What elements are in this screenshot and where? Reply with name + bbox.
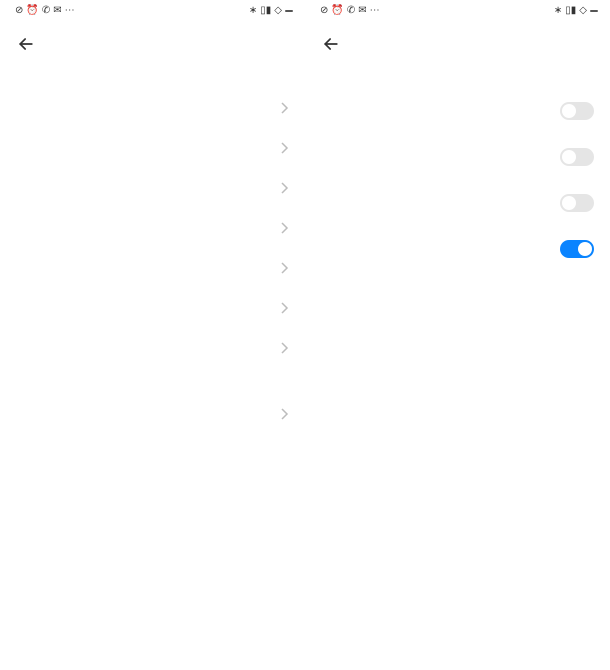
signal-icon: ▯▮ — [565, 6, 576, 16]
chevron-right-icon — [281, 222, 289, 234]
arrow-left-icon — [16, 34, 36, 54]
status-bar: ⊘ ⏰ ✆ ✉ ⋯ ∗ ▯▮ ◇ — [305, 0, 610, 22]
chevron-right-icon — [281, 182, 289, 194]
chevron-right-icon — [281, 302, 289, 314]
dnd-icon: ⊘ — [15, 6, 23, 16]
whatsapp-icon: ✆ — [347, 6, 355, 16]
toggle-knob — [562, 104, 576, 118]
row-lampeggia[interactable] — [321, 226, 594, 272]
back-button[interactable] — [16, 30, 44, 58]
page-title — [305, 58, 610, 88]
toggle-silenzia[interactable] — [560, 148, 594, 166]
row-volume-ascendente[interactable] — [321, 180, 594, 226]
toggle-capovolgi[interactable] — [560, 102, 594, 120]
status-bar: ⊘ ⏰ ✆ ✉ ⋯ ∗ ▯▮ ◇ — [0, 0, 305, 22]
topbar — [305, 22, 610, 58]
more-notifications-icon: ⋯ — [65, 6, 75, 16]
row-risposta-automatica[interactable] — [16, 288, 289, 328]
settings-list — [305, 88, 610, 670]
row-capovolgi[interactable] — [321, 88, 594, 134]
wifi-icon: ◇ — [579, 6, 587, 16]
wifi-icon: ◇ — [274, 6, 282, 16]
alarm-icon: ⏰ — [331, 6, 343, 16]
topbar — [0, 22, 305, 58]
settings-list — [0, 88, 305, 670]
whatsapp-icon: ✆ — [42, 6, 50, 16]
page-title — [0, 58, 305, 88]
section-spacer — [16, 368, 289, 394]
chevron-right-icon — [281, 262, 289, 274]
row-account-chiamate[interactable] — [16, 88, 289, 128]
status-left: ⊘ ⏰ ✆ ✉ ⋯ — [12, 6, 75, 16]
row-schede-sim[interactable] — [16, 128, 289, 168]
status-left: ⊘ ⏰ ✆ ✉ ⋯ — [317, 6, 380, 16]
row-chiamate-arrivo[interactable] — [16, 248, 289, 288]
dnd-icon: ⊘ — [320, 6, 328, 16]
battery-icon — [285, 10, 293, 12]
mail-icon: ✉ — [53, 6, 61, 16]
arrow-left-icon — [321, 34, 341, 54]
battery-icon — [590, 10, 598, 12]
status-right: ∗ ▯▮ ◇ — [249, 6, 293, 16]
mail-icon: ✉ — [358, 6, 366, 16]
toggle-knob — [562, 150, 576, 164]
more-notifications-icon: ⋯ — [370, 6, 380, 16]
toggle-knob — [562, 196, 576, 210]
chevron-right-icon — [281, 142, 289, 154]
alarm-icon: ⏰ — [26, 6, 38, 16]
row-privacy[interactable] — [16, 394, 289, 434]
bluetooth-icon: ∗ — [554, 6, 562, 16]
row-deviazione[interactable] — [16, 168, 289, 208]
status-right: ∗ ▯▮ ◇ — [554, 6, 598, 16]
toggle-lampeggia[interactable] — [560, 240, 594, 258]
screen-call-settings: ⊘ ⏰ ✆ ✉ ⋯ ∗ ▯▮ ◇ — [0, 0, 305, 670]
toggle-volume[interactable] — [560, 194, 594, 212]
back-button[interactable] — [321, 30, 349, 58]
row-silenzia-sollevato[interactable] — [321, 134, 594, 180]
row-avanzate[interactable] — [16, 328, 289, 368]
toggle-knob — [578, 242, 592, 256]
chevron-right-icon — [281, 342, 289, 354]
screen-incoming-call-settings: ⊘ ⏰ ✆ ✉ ⋯ ∗ ▯▮ ◇ — [305, 0, 610, 670]
chevron-right-icon — [281, 408, 289, 420]
signal-icon: ▯▮ — [260, 6, 271, 16]
row-chiamata-attesa[interactable] — [16, 208, 289, 248]
bluetooth-icon: ∗ — [249, 6, 257, 16]
chevron-right-icon — [281, 102, 289, 114]
